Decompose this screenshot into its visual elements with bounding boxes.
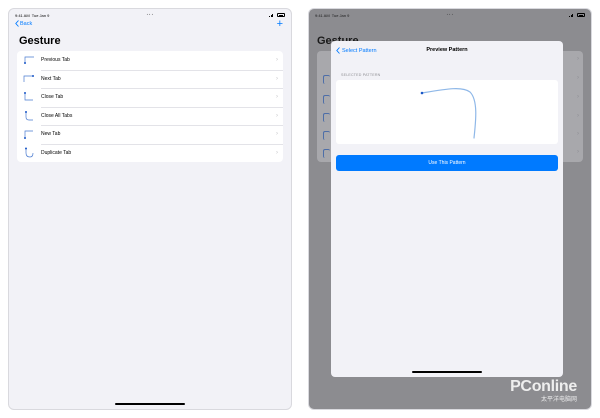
gesture-pattern-drawing [420,88,477,139]
chevron-right-icon: › [276,112,278,119]
chevron-right-icon: › [577,56,579,62]
use-this-pattern-button[interactable]: Use This Pattern [336,155,558,171]
chevron-right-icon: › [577,94,579,100]
row-label: Duplicate Tab [41,149,72,156]
dimmed-gesture-icon [323,149,330,158]
status-date: Tue Jan 9 [31,12,50,18]
chevron-right-icon: › [276,75,278,82]
gesture-new-tab-icon [24,130,33,140]
status-bar: 9:41 AM Tue Jan 9 ··· [309,11,591,19]
page-title: Gesture [19,35,61,47]
back-button[interactable]: Back [15,20,32,27]
multitasking-dots-icon[interactable]: ··· [146,12,154,18]
navigation-bar: Back + [15,18,285,32]
sheet-title: Preview Pattern [426,47,468,53]
list-item-duplicate-tab[interactable]: Duplicate Tab › [17,143,283,163]
wifi-icon [569,13,575,17]
row-label: Close Tab [41,94,64,101]
chevron-right-icon: › [577,149,579,155]
dimmed-gesture-icon [323,95,330,104]
list-item-close-tab[interactable]: Close Tab › [17,88,283,107]
row-label: Next Tab [41,75,61,82]
list-item-next-tab[interactable]: Next Tab › [17,69,283,89]
dimmed-gesture-icon [323,75,330,84]
ipad-screen-left: 9:41 AM Tue Jan 9 ··· Back + Gesture Pre… [8,8,292,410]
gesture-previous-tab-icon [24,56,34,65]
list-item-close-all-tabs[interactable]: Close All Tabs › [17,106,283,126]
watermark: PConline 太平洋电脑网 [510,378,577,403]
list-item-previous-tab[interactable]: Previous Tab › [17,51,283,70]
pattern-start-dot [420,91,424,95]
section-header: SELECTED PATTERN [341,73,381,77]
multitasking-dots-icon[interactable]: ··· [446,12,454,18]
home-indicator[interactable] [115,403,185,405]
gesture-next-tab-icon [23,74,34,82]
chevron-right-icon: › [276,57,278,64]
gesture-duplicate-tab-icon [25,147,34,158]
ipad-screen-right: 9:41 AM Tue Jan 9 ··· Gesture › › › › › … [308,8,592,410]
chevron-right-icon: › [577,75,579,81]
chevron-right-icon: › [276,149,278,156]
pattern-preview [336,80,558,144]
dimmed-gesture-icon [323,131,330,140]
gesture-list: Previous Tab › Next Tab › Close Tab › Cl… [17,51,283,162]
status-time: 9:41 AM [315,12,330,18]
home-indicator[interactable] [412,371,482,373]
preview-pattern-sheet: Select Pattern Preview Pattern SELECTED … [331,41,563,377]
chevron-right-icon: › [577,131,579,137]
row-label: Close All Tabs [41,112,73,119]
status-date: Tue Jan 9 [331,12,350,18]
list-item-new-tab[interactable]: New Tab › [17,125,283,144]
chevron-right-icon: › [276,131,278,138]
chevron-right-icon: › [276,94,278,101]
gesture-close-all-tabs-icon [25,110,33,121]
chevron-right-icon: › [577,113,579,119]
wifi-icon [269,13,275,17]
back-button-label: Back [20,20,33,27]
add-button[interactable]: + [277,18,283,30]
battery-icon [577,13,585,17]
gesture-close-tab-icon [24,92,33,101]
row-label: Previous Tab [41,57,70,64]
chevron-left-icon [15,20,19,27]
sheet-navigation-bar: Select Pattern Preview Pattern [331,41,563,61]
status-bar: 9:41 AM Tue Jan 9 ··· [9,11,291,19]
status-time: 9:41 AM [15,12,30,18]
row-label: New Tab [41,131,61,138]
battery-icon [277,13,285,17]
dimmed-gesture-icon [323,113,330,122]
